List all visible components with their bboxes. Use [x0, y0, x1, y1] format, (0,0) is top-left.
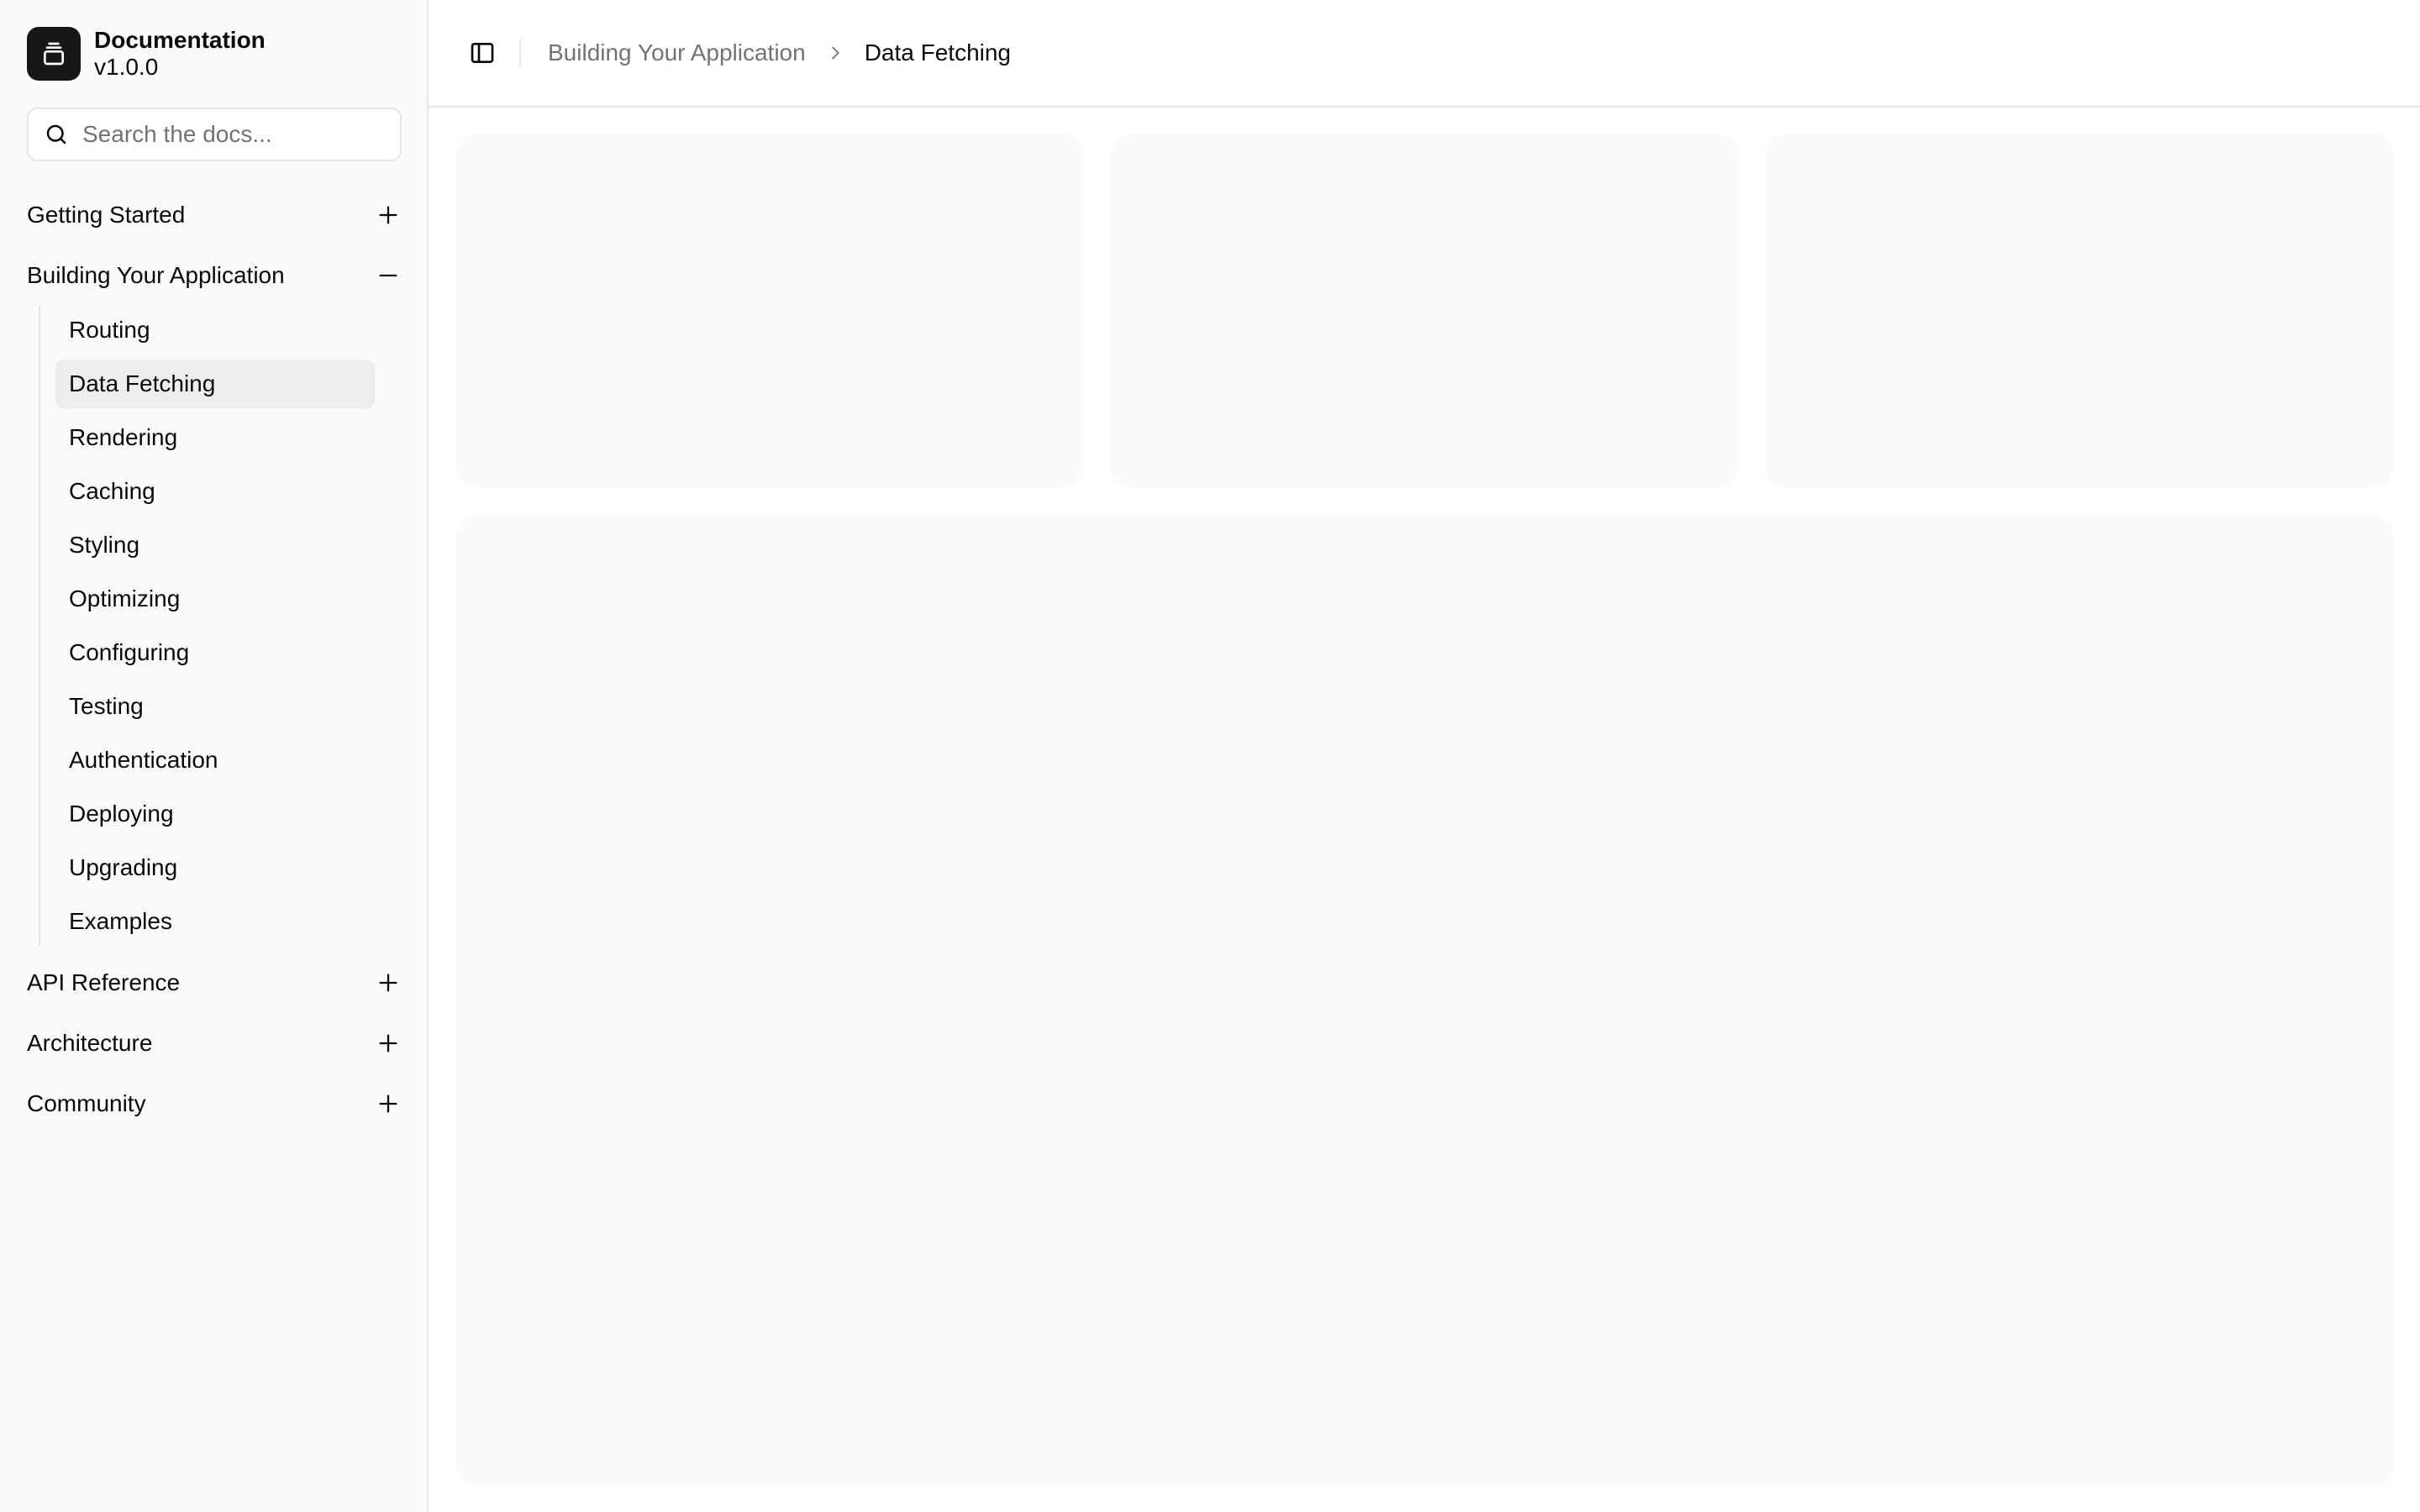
content-area	[455, 134, 2393, 1485]
sidebar-group-label: Building Your Application	[27, 262, 285, 288]
plus-icon[interactable]	[375, 969, 402, 996]
sidebar-group-getting-started[interactable]: Getting Started	[27, 185, 402, 245]
plus-icon[interactable]	[375, 1030, 402, 1057]
sidebar-group-api-reference[interactable]: API Reference	[27, 953, 402, 1013]
main-area: Building Your Application Data Fetching	[429, 0, 2420, 1512]
brand[interactable]: Documentation v1.0.0	[27, 27, 266, 81]
sidebar-group-label: Community	[27, 1090, 146, 1116]
sidebar-item-styling[interactable]: Styling	[55, 521, 375, 570]
gallery-stack-icon	[27, 27, 81, 81]
breadcrumb-current: Data Fetching	[864, 39, 1012, 66]
sidebar-nav: Getting Started Building Your Applicatio…	[27, 185, 402, 1134]
sidebar-subnav: Routing Data Fetching Rendering Caching …	[39, 306, 402, 946]
sidebar-item-caching[interactable]: Caching	[55, 467, 375, 516]
sidebar-item-configuring[interactable]: Configuring	[55, 628, 375, 677]
placeholder-panel	[455, 516, 2393, 1485]
sidebar-item-authentication[interactable]: Authentication	[55, 736, 375, 785]
top-bar: Building Your Application Data Fetching	[429, 0, 2420, 108]
sidebar-group-label: API Reference	[27, 969, 181, 995]
sidebar: Documentation v1.0.0 Getting Started Bui…	[0, 0, 429, 1512]
brand-text: Documentation v1.0.0	[94, 27, 266, 81]
placeholder-card	[1765, 134, 2393, 487]
toolbar-divider	[519, 39, 521, 66]
plus-icon[interactable]	[375, 202, 402, 228]
app-shell: Documentation v1.0.0 Getting Started Bui…	[0, 0, 2420, 1512]
sidebar-item-examples[interactable]: Examples	[55, 897, 375, 946]
sidebar-group-community[interactable]: Community	[27, 1074, 402, 1134]
sidebar-group-building-your-application[interactable]: Building Your Application	[27, 245, 402, 306]
sidebar-item-data-fetching[interactable]: Data Fetching	[55, 360, 375, 408]
search-box[interactable]	[27, 108, 402, 161]
chevron-right-icon	[826, 44, 844, 62]
minus-icon[interactable]	[375, 262, 402, 289]
sidebar-item-optimizing[interactable]: Optimizing	[55, 575, 375, 623]
sidebar-toggle-icon[interactable]	[459, 29, 506, 76]
placeholder-card	[455, 134, 1084, 487]
search-icon	[46, 124, 66, 144]
search-input[interactable]	[82, 121, 385, 148]
breadcrumb-parent[interactable]: Building Your Application	[548, 39, 806, 66]
sidebar-group-architecture[interactable]: Architecture	[27, 1013, 402, 1074]
sidebar-group-label: Getting Started	[27, 202, 186, 228]
sidebar-item-rendering[interactable]: Rendering	[55, 413, 375, 462]
sidebar-group-label: Architecture	[27, 1030, 153, 1056]
sidebar-item-routing[interactable]: Routing	[55, 306, 375, 354]
brand-title: Documentation	[94, 27, 266, 53]
sidebar-item-deploying[interactable]: Deploying	[55, 790, 375, 838]
sidebar-item-upgrading[interactable]: Upgrading	[55, 843, 375, 892]
plus-icon[interactable]	[375, 1090, 402, 1117]
card-row	[455, 134, 2393, 487]
placeholder-card	[1110, 134, 1739, 487]
breadcrumb: Building Your Application Data Fetching	[548, 39, 1011, 66]
brand-version: v1.0.0	[94, 54, 159, 80]
sidebar-item-testing[interactable]: Testing	[55, 682, 375, 731]
